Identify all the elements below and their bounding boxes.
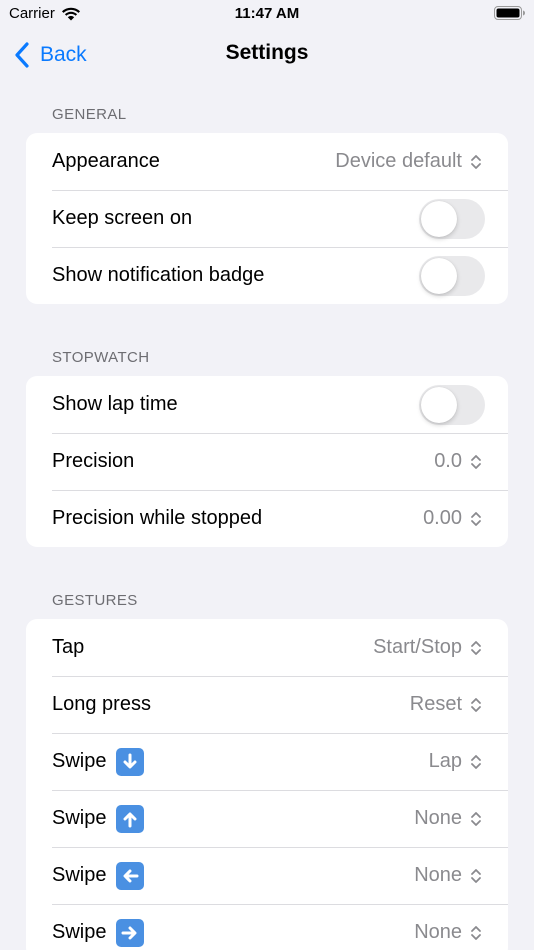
swipe-down-text: Swipe <box>52 750 107 772</box>
swipe-left-value: None <box>414 864 462 886</box>
tap-picker[interactable]: Start/Stop <box>373 636 482 659</box>
precision-row[interactable]: Precision 0.0 <box>26 433 508 490</box>
appearance-value: Device default <box>335 150 462 172</box>
stopwatch-group: Show lap time Precision 0.0 Precision wh… <box>26 376 508 547</box>
chevron-up-down-icon <box>471 868 481 883</box>
toggle-knob <box>421 200 457 237</box>
status-bar: Carrier 11:47 AM <box>0 0 534 28</box>
tap-row[interactable]: Tap Start/Stop <box>26 619 508 676</box>
arrow-right-icon <box>116 918 145 947</box>
keep-screen-on-toggle[interactable] <box>419 198 485 239</box>
section-header-stopwatch: STOPWATCH <box>52 349 150 366</box>
swipe-down-picker[interactable]: Lap <box>429 750 482 773</box>
swipe-up-row[interactable]: Swipe None <box>26 790 508 847</box>
toggle-knob <box>421 257 457 294</box>
precision-value: 0.0 <box>434 450 462 472</box>
arrow-down-icon <box>116 747 145 776</box>
gestures-group: Tap Start/Stop Long press Reset Swipe La… <box>26 619 508 950</box>
status-time: 11:47 AM <box>234 5 300 22</box>
toggle-knob <box>421 386 457 423</box>
swipe-left-label: Swipe <box>52 861 414 890</box>
swipe-up-picker[interactable]: None <box>414 807 482 830</box>
show-notification-badge-row: Show notification badge <box>26 247 508 304</box>
chevron-up-down-icon <box>471 754 481 769</box>
keep-screen-on-row: Keep screen on <box>26 190 508 247</box>
swipe-left-text: Swipe <box>52 864 107 886</box>
swipe-right-label: Swipe <box>52 918 414 947</box>
show-lap-time-label: Show lap time <box>52 393 178 415</box>
precision-while-stopped-row[interactable]: Precision while stopped 0.00 <box>26 490 508 547</box>
long-press-label: Long press <box>52 693 151 715</box>
show-notification-badge-toggle[interactable] <box>419 255 485 296</box>
appearance-row[interactable]: Appearance Device default <box>26 133 508 190</box>
swipe-right-picker[interactable]: None <box>414 921 482 944</box>
arrow-left-icon <box>116 861 145 890</box>
section-header-gestures: GESTURES <box>52 592 138 609</box>
swipe-up-text: Swipe <box>52 807 107 829</box>
section-header-general: GENERAL <box>52 106 127 123</box>
general-group: Appearance Device default Keep screen on… <box>26 133 508 304</box>
keep-screen-on-label: Keep screen on <box>52 207 193 229</box>
precision-while-stopped-picker[interactable]: 0.00 <box>423 507 482 530</box>
swipe-up-label: Swipe <box>52 804 414 833</box>
swipe-left-row[interactable]: Swipe None <box>26 847 508 904</box>
swipe-down-label: Swipe <box>52 747 429 776</box>
precision-picker[interactable]: 0.0 <box>434 450 482 473</box>
show-lap-time-row: Show lap time <box>26 376 508 433</box>
show-notification-badge-label: Show notification badge <box>52 264 265 286</box>
chevron-up-down-icon <box>471 454 481 469</box>
chevron-up-down-icon <box>471 925 481 940</box>
navigation-bar: Back Settings <box>0 28 534 82</box>
battery-icon <box>494 6 525 20</box>
arrow-up-icon <box>116 804 145 833</box>
chevron-up-down-icon <box>471 811 481 826</box>
chevron-up-down-icon <box>471 640 481 655</box>
swipe-left-picker[interactable]: None <box>414 864 482 887</box>
page-title: Settings <box>225 41 309 64</box>
chevron-up-down-icon <box>471 511 481 526</box>
long-press-value: Reset <box>409 693 462 715</box>
appearance-picker[interactable]: Device default <box>335 150 482 173</box>
swipe-up-value: None <box>414 807 462 829</box>
tap-label: Tap <box>52 636 85 658</box>
swipe-right-text: Swipe <box>52 921 107 943</box>
long-press-picker[interactable]: Reset <box>410 693 482 716</box>
swipe-right-value: None <box>414 921 462 943</box>
show-lap-time-toggle[interactable] <box>419 384 485 425</box>
long-press-row[interactable]: Long press Reset <box>26 676 508 733</box>
swipe-down-row[interactable]: Swipe Lap <box>26 733 508 790</box>
precision-while-stopped-value: 0.00 <box>423 507 462 529</box>
appearance-label: Appearance <box>52 150 160 172</box>
swipe-down-value: Lap <box>428 750 462 772</box>
swipe-right-row[interactable]: Swipe None <box>26 904 508 950</box>
tap-value: Start/Stop <box>373 636 462 658</box>
precision-label: Precision <box>52 450 135 472</box>
precision-while-stopped-label: Precision while stopped <box>52 507 263 529</box>
chevron-up-down-icon <box>471 154 481 169</box>
chevron-up-down-icon <box>471 697 481 712</box>
